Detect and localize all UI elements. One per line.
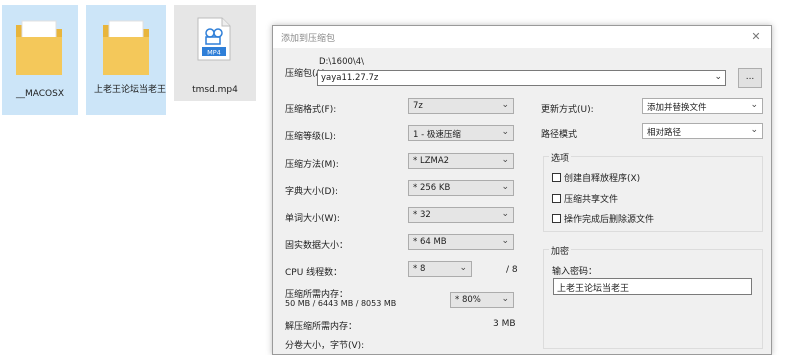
opt-sfx-checkbox[interactable]: 创建自释放程序(X)	[552, 171, 641, 184]
chevron-down-icon: ⌄	[750, 125, 758, 135]
method-label: 压缩方法(M):	[285, 160, 339, 170]
file-tmsd-mp4[interactable]: MP4 tmsd.mp4	[174, 5, 256, 101]
chevron-down-icon: ⌄	[501, 182, 509, 192]
dict-label: 字典大小(D):	[285, 187, 338, 197]
method-value: * LZMA2	[413, 156, 450, 166]
dialog-title: 添加到压缩包	[281, 34, 336, 44]
opt-shared-label: 压缩共享文件	[564, 195, 619, 205]
solid-label: 固实数据大小：	[285, 241, 349, 251]
word-label: 单词大小(W):	[285, 214, 340, 224]
split-label: 分卷大小，字节(V):	[285, 341, 365, 351]
options-group: 选项 创建自释放程序(X) 压缩共享文件 操作完成后删除源文件	[543, 151, 763, 232]
password-value: 上老王论坛当老王	[557, 284, 630, 294]
archive-name: yaya11.27.7z	[321, 73, 379, 83]
pathmode-select[interactable]: 相对路径 ⌄	[642, 123, 763, 139]
format-label: 压缩格式(F):	[285, 105, 337, 115]
folder-icon	[103, 20, 149, 75]
format-select[interactable]: 7z ⌄	[408, 98, 514, 114]
checkbox-icon[interactable]	[552, 194, 561, 203]
encryption-group: 加密 输入密码： 上老王论坛当老王	[543, 244, 763, 349]
opt-delete-label: 操作完成后删除源文件	[564, 215, 655, 225]
checkbox-icon[interactable]	[552, 214, 561, 223]
file-folder-laowang[interactable]: 上老王论坛当老王	[86, 5, 166, 115]
chevron-down-icon: ⌄	[501, 236, 509, 246]
update-value: 添加并替换文件	[647, 103, 707, 113]
level-select[interactable]: 1 - 极速压缩 ⌄	[408, 125, 514, 141]
word-select[interactable]: * 32 ⌄	[408, 207, 514, 223]
chevron-down-icon: ⌄	[459, 263, 467, 273]
cpu-value: * 8	[413, 264, 426, 274]
chevron-down-icon: ⌄	[501, 294, 509, 304]
close-icon[interactable]: ✕	[747, 28, 765, 46]
cpu-select[interactable]: * 8 ⌄	[408, 261, 472, 277]
chevron-down-icon: ⌄	[501, 127, 509, 137]
dict-select[interactable]: * 256 KB ⌄	[408, 180, 514, 196]
add-to-archive-dialog: 添加到压缩包 ✕ 压缩包(A) D:\1600\4\ yaya11.27.7z …	[272, 25, 772, 355]
file-macosx[interactable]: __MACOSX	[2, 5, 78, 115]
decomp-value: 3 MB	[493, 319, 516, 329]
solid-value: * 64 MB	[413, 237, 447, 247]
level-label: 压缩等级(L):	[285, 132, 337, 142]
folder-icon	[16, 20, 62, 75]
decomp-label: 解压缩所需内存：	[285, 322, 358, 332]
method-select[interactable]: * LZMA2 ⌄	[408, 153, 514, 169]
mem-select[interactable]: * 80% ⌄	[450, 292, 514, 308]
mem-value: * 80%	[455, 295, 481, 305]
browse-button[interactable]: ...	[738, 68, 762, 88]
checkbox-icon[interactable]	[552, 173, 561, 182]
level-value: 1 - 极速压缩	[413, 130, 461, 140]
password-input[interactable]: 上老王论坛当老王	[553, 278, 752, 295]
archive-path: D:\1600\4\	[319, 57, 365, 67]
mem-detail: 50 MB / 6443 MB / 8053 MB	[285, 299, 397, 308]
file-label: tmsd.mp4	[192, 85, 238, 95]
chevron-down-icon[interactable]: ⌄	[714, 72, 722, 82]
pathmode-value: 相对路径	[647, 128, 682, 138]
opt-sfx-label: 创建自释放程序(X)	[564, 174, 641, 184]
update-label: 更新方式(U):	[541, 105, 594, 115]
video-file-icon: MP4	[197, 17, 231, 61]
update-select[interactable]: 添加并替换文件 ⌄	[642, 98, 763, 114]
chevron-down-icon: ⌄	[750, 100, 758, 110]
opt-shared-checkbox[interactable]: 压缩共享文件	[552, 192, 619, 205]
pathmode-label: 路径模式	[541, 130, 578, 140]
file-label: __MACOSX	[15, 89, 64, 99]
password-label: 输入密码：	[552, 267, 598, 277]
svg-text:MP4: MP4	[207, 49, 221, 57]
file-label: 上老王论坛当老王	[94, 85, 167, 95]
title-bar: 添加到压缩包 ✕	[273, 26, 771, 48]
solid-select[interactable]: * 64 MB ⌄	[408, 234, 514, 250]
chevron-down-icon: ⌄	[501, 155, 509, 165]
cpu-label: CPU 线程数：	[285, 268, 343, 278]
opt-delete-checkbox[interactable]: 操作完成后删除源文件	[552, 212, 655, 225]
dict-value: * 256 KB	[413, 183, 451, 193]
encryption-title: 加密	[549, 244, 572, 257]
word-value: * 32	[413, 210, 431, 220]
options-title: 选项	[549, 151, 572, 164]
cpu-max: / 8	[506, 265, 518, 275]
archive-name-combo[interactable]: yaya11.27.7z ⌄	[317, 70, 726, 86]
format-value: 7z	[413, 101, 423, 111]
chevron-down-icon: ⌄	[501, 209, 509, 219]
chevron-down-icon: ⌄	[501, 100, 509, 110]
